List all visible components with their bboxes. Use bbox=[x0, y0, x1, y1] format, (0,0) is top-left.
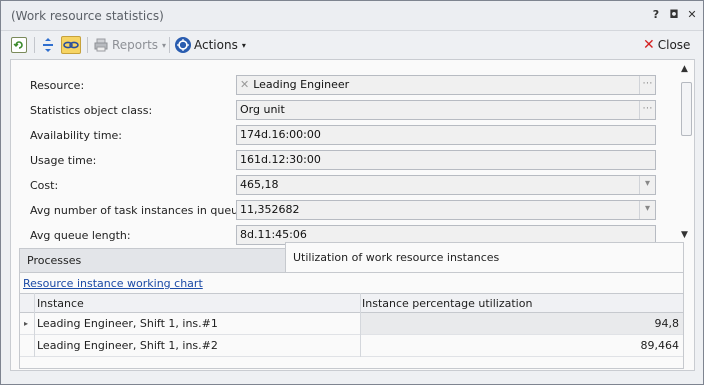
utilization-cell: 89,464 bbox=[640, 339, 680, 352]
form-row-resource: Resource: ✕ Leading Engineer ⋯ bbox=[11, 74, 679, 96]
table-row[interactable]: Leading Engineer, Shift 1, ins.#2 89,464 bbox=[20, 335, 683, 357]
form-vertical-scrollbar[interactable]: ▲ ▼ bbox=[679, 64, 693, 244]
reports-label: Reports bbox=[112, 38, 159, 52]
statistics-class-label: Statistics object class: bbox=[30, 104, 153, 117]
cost-label: Cost: bbox=[30, 179, 59, 192]
instance-cell: Leading Engineer, Shift 1, ins.#1 bbox=[37, 317, 218, 330]
link-toggle-button[interactable] bbox=[61, 35, 81, 55]
actions-label: Actions bbox=[194, 38, 238, 52]
chevron-down-icon[interactable]: ▾ bbox=[639, 176, 655, 194]
avg-queue-length-value: 8d.11:45:06 bbox=[240, 228, 307, 241]
clear-icon[interactable]: ✕ bbox=[240, 78, 249, 91]
refresh-icon bbox=[11, 37, 27, 53]
statistics-class-value: Org unit bbox=[240, 103, 285, 116]
usage-time-value: 161d.12:30:00 bbox=[240, 153, 321, 166]
avg-task-instances-field[interactable]: 11,352682 ▾ bbox=[236, 200, 656, 220]
form-row-usage-time: Usage time: 161d.12:30:00 bbox=[11, 149, 679, 171]
resource-value: Leading Engineer bbox=[253, 78, 350, 91]
close-button[interactable]: ✕ Close bbox=[643, 35, 690, 55]
content-area: Resource: ✕ Leading Engineer ⋯ Statistics… bbox=[10, 59, 695, 371]
column-header-instance[interactable]: Instance bbox=[37, 294, 84, 314]
window-title: (Work resource statistics) bbox=[11, 9, 164, 23]
help-window-button[interactable]: ? bbox=[649, 8, 663, 22]
form-row-statistics-class: Statistics object class: Org unit ⋯ bbox=[11, 99, 679, 121]
usage-time-label: Usage time: bbox=[30, 154, 97, 167]
actions-gear-icon bbox=[175, 37, 191, 53]
tab-processes[interactable]: Processes bbox=[19, 248, 286, 272]
availability-time-label: Availability time: bbox=[30, 129, 123, 142]
table-row[interactable]: ▸ Leading Engineer, Shift 1, ins.#1 94,8 bbox=[20, 313, 683, 335]
utilization-cell: 94,8 bbox=[654, 317, 680, 330]
close-window-button[interactable]: ✕ bbox=[685, 8, 699, 22]
statistics-class-field[interactable]: Org unit ⋯ bbox=[236, 100, 656, 120]
scroll-thumb[interactable] bbox=[681, 82, 692, 136]
cost-field[interactable]: 465,18 ▾ bbox=[236, 175, 656, 195]
expand-collapse-button[interactable] bbox=[40, 35, 56, 55]
usage-time-field[interactable]: 161d.12:30:00 bbox=[236, 150, 656, 170]
work-resource-statistics-window: (Work resource statistics) ? ◘ ✕ Reports… bbox=[0, 0, 704, 385]
statistics-form: Resource: ✕ Leading Engineer ⋯ Statistics… bbox=[11, 60, 679, 246]
tab-processes-label: Processes bbox=[27, 254, 82, 267]
availability-time-field[interactable]: 174d.16:00:00 bbox=[236, 125, 656, 145]
instances-grid: Instance Instance percentage utilization… bbox=[20, 293, 683, 367]
tab-utilization-label: Utilization of work resource instances bbox=[293, 251, 500, 264]
chevron-down-icon: ▾ bbox=[241, 40, 246, 50]
reports-dropdown-button[interactable]: Reports ▾ bbox=[93, 35, 166, 55]
utilization-panel: Resource instance working chart Instance… bbox=[19, 272, 684, 369]
refresh-button[interactable] bbox=[11, 35, 27, 55]
form-row-cost: Cost: 465,18 ▾ bbox=[11, 174, 679, 196]
grid-divider bbox=[360, 293, 361, 357]
chain-link-icon bbox=[61, 36, 81, 54]
browse-ellipsis-icon[interactable]: ⋯ bbox=[639, 76, 655, 94]
scroll-down-icon[interactable]: ▼ bbox=[681, 230, 688, 240]
maximize-window-button[interactable]: ◘ bbox=[667, 8, 681, 22]
resource-field[interactable]: ✕ Leading Engineer ⋯ bbox=[236, 75, 656, 95]
row-indicator-icon: ▸ bbox=[24, 319, 29, 328]
working-chart-link[interactable]: Resource instance working chart bbox=[23, 277, 203, 290]
grid-header: Instance Instance percentage utilization bbox=[20, 293, 683, 313]
utilization-cell-background bbox=[360, 313, 683, 334]
availability-time-value: 174d.16:00:00 bbox=[240, 128, 321, 141]
printer-icon bbox=[93, 37, 109, 53]
close-icon: ✕ bbox=[643, 37, 655, 53]
form-row-availability-time: Availability time: 174d.16:00:00 bbox=[11, 124, 679, 146]
toolbar-separator bbox=[87, 37, 88, 53]
avg-queue-length-label: Avg queue length: bbox=[30, 229, 131, 242]
grid-divider bbox=[34, 293, 35, 357]
actions-dropdown-button[interactable]: Actions ▾ bbox=[175, 35, 246, 55]
toolbar-separator bbox=[34, 37, 35, 53]
avg-task-instances-value: 11,352682 bbox=[240, 203, 300, 216]
avg-task-instances-label: Avg number of task instances in queue: bbox=[30, 204, 249, 217]
instance-cell: Leading Engineer, Shift 1, ins.#2 bbox=[37, 339, 218, 352]
browse-ellipsis-icon[interactable]: ⋯ bbox=[639, 101, 655, 119]
tab-utilization[interactable]: Utilization of work resource instances bbox=[285, 242, 684, 272]
chevron-down-icon: ▾ bbox=[162, 40, 167, 50]
title-bar: (Work resource statistics) ? ◘ ✕ bbox=[1, 1, 703, 31]
close-label: Close bbox=[657, 38, 691, 52]
tab-strip: Processes Utilization of work resource i… bbox=[19, 242, 684, 272]
resource-label: Resource: bbox=[30, 79, 85, 92]
expand-vertical-icon bbox=[40, 37, 56, 53]
cost-value: 465,18 bbox=[240, 178, 279, 191]
form-row-avg-task-instances: Avg number of task instances in queue: 1… bbox=[11, 199, 679, 221]
toolbar-separator bbox=[169, 37, 170, 53]
toolbar: Reports ▾ Actions ▾ ✕ Close bbox=[1, 32, 703, 58]
chevron-down-icon[interactable]: ▾ bbox=[639, 201, 655, 219]
column-header-utilization[interactable]: Instance percentage utilization bbox=[362, 294, 532, 314]
scroll-up-icon[interactable]: ▲ bbox=[681, 64, 688, 74]
